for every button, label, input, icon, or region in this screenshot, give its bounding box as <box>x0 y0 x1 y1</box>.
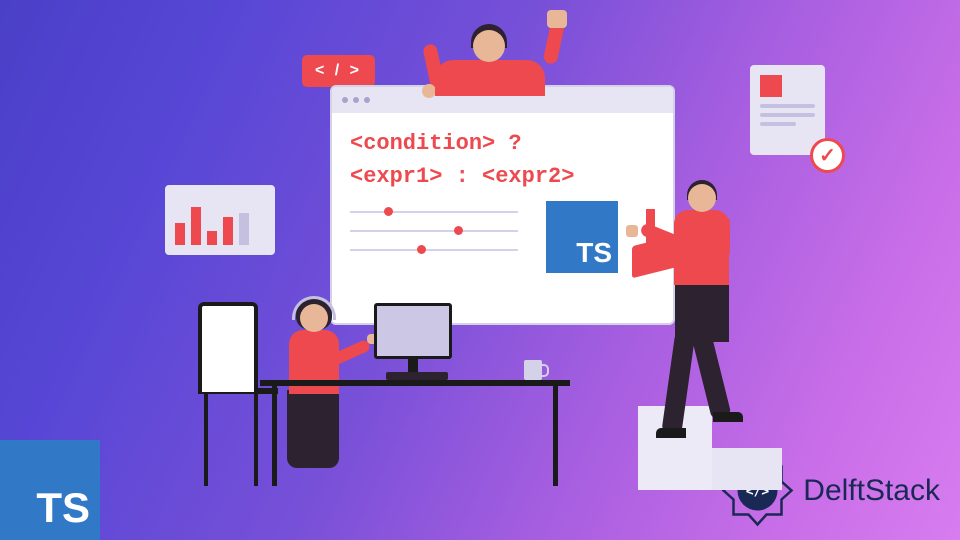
doc-line <box>760 113 815 117</box>
code-tag-badge: < / > <box>302 55 375 87</box>
typescript-corner-badge: TS <box>0 440 100 540</box>
monitor-illustration <box>374 303 452 380</box>
ts-center-label: TS <box>576 237 612 269</box>
window-control-icon <box>364 97 370 103</box>
code-tag-text: < / > <box>315 62 362 79</box>
code-editor-window: <condition> ? <expr1> : <expr2> TS <box>330 85 675 325</box>
delftstack-brand-name: DelftStack <box>803 474 940 508</box>
doc-line <box>760 104 815 108</box>
document-card <box>750 65 825 155</box>
typescript-logo-icon: TS <box>546 201 618 273</box>
stats-bar <box>239 213 249 245</box>
checkmark-icon <box>810 138 845 173</box>
code-line-2: <expr1> : <expr2> <box>350 160 655 193</box>
chair-illustration <box>198 388 278 394</box>
doc-line <box>760 122 796 126</box>
mug-illustration <box>524 360 542 380</box>
stats-bar <box>191 207 201 245</box>
stats-chart-card <box>165 185 275 255</box>
code-line-1: <condition> ? <box>350 127 655 160</box>
keyboard-illustration <box>386 372 448 380</box>
window-control-icon <box>353 97 359 103</box>
slider-group <box>350 207 518 264</box>
doc-thumb-icon <box>760 75 782 97</box>
code-content: <condition> ? <expr1> : <expr2> <box>332 113 673 207</box>
stats-bar <box>207 231 217 245</box>
ts-badge-label: TS <box>36 484 90 532</box>
person-standing-illustration <box>638 170 788 475</box>
desk-illustration <box>260 380 570 386</box>
stats-bar <box>223 217 233 245</box>
window-control-icon <box>342 97 348 103</box>
window-lower-section: TS <box>332 207 673 273</box>
stats-bar <box>175 223 185 245</box>
person-top-illustration <box>425 22 555 92</box>
